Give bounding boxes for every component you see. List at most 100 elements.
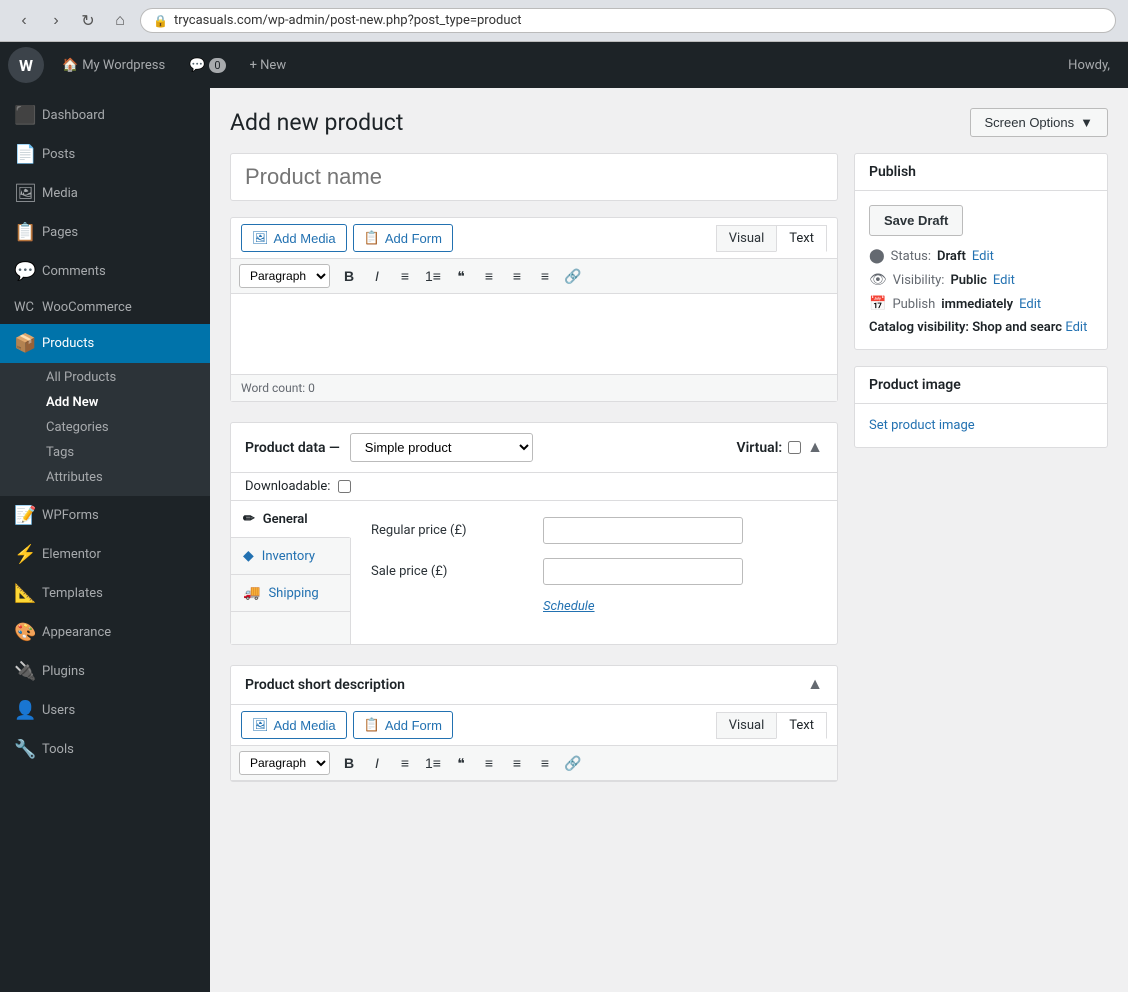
short-desc-align-left-button[interactable]: ≡ bbox=[476, 750, 502, 776]
publish-box: Publish Save Draft ⬤ Status: Draft Edit bbox=[854, 153, 1108, 350]
status-edit-link[interactable]: Edit bbox=[972, 249, 994, 264]
downloadable-row: Downloadable: bbox=[231, 473, 837, 501]
link-button[interactable]: 🔗 bbox=[560, 263, 586, 289]
sidebar-item-media[interactable]: 🖼 Media bbox=[0, 174, 210, 213]
tools-icon: 🔧 bbox=[14, 739, 34, 760]
sidebar-item-plugins[interactable]: 🔌 Plugins bbox=[0, 652, 210, 691]
short-desc-format-bar: Paragraph B I ≡ 1≡ ❝ ≡ ≡ ≡ 🔗 bbox=[231, 746, 837, 781]
regular-price-row: Regular price (£) bbox=[371, 517, 817, 544]
short-desc-italic-button[interactable]: I bbox=[364, 750, 390, 776]
product-data-body: ✏ General ◆ Inventory 🚚 Shipping bbox=[231, 501, 837, 644]
product-image-body: Set product image bbox=[855, 404, 1107, 447]
sidebar-item-woocommerce[interactable]: WC WooCommerce bbox=[0, 291, 210, 324]
sidebar-item-pages[interactable]: 📋 Pages bbox=[0, 213, 210, 252]
catalog-vis-label: Catalog visibility: bbox=[869, 320, 969, 335]
product-image-box: Product image Set product image bbox=[854, 366, 1108, 448]
sidebar-item-dashboard[interactable]: ⬛ Dashboard bbox=[0, 96, 210, 135]
italic-button[interactable]: I bbox=[364, 263, 390, 289]
short-desc-collapse-button[interactable]: ▲ bbox=[807, 676, 823, 694]
content-area: 🖼 Add Media 📋 Add Form Visual bbox=[230, 153, 1108, 782]
sidebar-label-products: Products bbox=[42, 336, 94, 351]
sidebar-item-appearance[interactable]: 🎨 Appearance bbox=[0, 613, 210, 652]
admin-bar-comments[interactable]: 💬 0 bbox=[179, 52, 235, 79]
ordered-list-button[interactable]: 1≡ bbox=[420, 263, 446, 289]
schedule-link[interactable]: Schedule bbox=[543, 599, 595, 614]
sidebar-item-comments[interactable]: 💬 Comments bbox=[0, 252, 210, 291]
inventory-icon: ◆ bbox=[243, 548, 254, 564]
tab-text[interactable]: Text bbox=[776, 225, 827, 252]
unordered-list-button[interactable]: ≡ bbox=[392, 263, 418, 289]
collapse-button[interactable]: ▲ bbox=[807, 439, 823, 457]
virtual-label: Virtual: bbox=[737, 440, 783, 456]
comments-icon: 💬 bbox=[14, 261, 34, 282]
sale-price-input[interactable] bbox=[543, 558, 743, 585]
short-desc-align-right-button[interactable]: ≡ bbox=[532, 750, 558, 776]
screen-options-button[interactable]: Screen Options ▼ bbox=[970, 108, 1108, 137]
product-type-select[interactable]: Simple product Variable product Grouped … bbox=[350, 433, 533, 462]
paragraph-select[interactable]: Paragraph bbox=[239, 264, 330, 288]
short-desc-tab-text[interactable]: Text bbox=[776, 712, 827, 739]
tab-visual[interactable]: Visual bbox=[716, 225, 777, 252]
product-name-input[interactable] bbox=[230, 153, 838, 201]
sidebar-item-users[interactable]: 👤 Users bbox=[0, 691, 210, 730]
short-desc-paragraph-select[interactable]: Paragraph bbox=[239, 751, 330, 775]
general-icon: ✏ bbox=[243, 511, 255, 527]
sidebar-item-tags[interactable]: Tags bbox=[0, 440, 210, 465]
wp-logo[interactable]: W bbox=[8, 47, 44, 83]
back-button[interactable]: ‹ bbox=[12, 9, 36, 33]
short-desc-tab-visual[interactable]: Visual bbox=[716, 712, 777, 739]
pd-tab-general[interactable]: ✏ General bbox=[231, 501, 351, 538]
sidebar-item-products[interactable]: 📦 Products bbox=[0, 324, 210, 363]
short-desc-align-center-button[interactable]: ≡ bbox=[504, 750, 530, 776]
blockquote-button[interactable]: ❝ bbox=[448, 263, 474, 289]
sidebar-label-elementor: Elementor bbox=[42, 547, 101, 562]
admin-bar-new[interactable]: + New bbox=[240, 52, 297, 79]
publish-edit-link[interactable]: Edit bbox=[1019, 297, 1041, 312]
short-desc-ul-button[interactable]: ≡ bbox=[392, 750, 418, 776]
regular-price-input[interactable] bbox=[543, 517, 743, 544]
short-desc-ol-button[interactable]: 1≡ bbox=[420, 750, 446, 776]
visibility-edit-link[interactable]: Edit bbox=[993, 273, 1015, 288]
pd-tab-shipping[interactable]: 🚚 Shipping bbox=[231, 575, 350, 612]
sidebar-item-attributes[interactable]: Attributes bbox=[0, 465, 210, 490]
products-icon: 📦 bbox=[14, 333, 34, 354]
pd-tab-inventory[interactable]: ◆ Inventory bbox=[231, 538, 350, 575]
align-left-button[interactable]: ≡ bbox=[476, 263, 502, 289]
home-button[interactable]: ⌂ bbox=[108, 9, 132, 33]
visibility-row: 👁 Visibility: Public Edit bbox=[869, 272, 1093, 288]
reload-button[interactable]: ↻ bbox=[76, 9, 100, 33]
woocommerce-icon: WC bbox=[14, 300, 34, 315]
sidebar-item-templates[interactable]: 📐 Templates bbox=[0, 574, 210, 613]
short-desc-blockquote-button[interactable]: ❝ bbox=[448, 750, 474, 776]
short-desc-add-form-button[interactable]: 📋 Add Form bbox=[353, 711, 453, 739]
visibility-value: Public bbox=[950, 273, 986, 288]
sidebar-item-posts[interactable]: 📄 Posts bbox=[0, 135, 210, 174]
add-form-icon: 📋 bbox=[364, 230, 380, 246]
add-media-button[interactable]: 🖼 Add Media bbox=[241, 224, 347, 252]
forward-button[interactable]: › bbox=[44, 9, 68, 33]
save-draft-button[interactable]: Save Draft bbox=[869, 205, 963, 236]
short-desc-link-button[interactable]: 🔗 bbox=[560, 750, 586, 776]
editor-body[interactable] bbox=[231, 294, 837, 374]
add-form-button[interactable]: 📋 Add Form bbox=[353, 224, 453, 252]
address-bar[interactable]: 🔒 trycasuals.com/wp-admin/post-new.php?p… bbox=[140, 8, 1116, 33]
sidebar-item-add-new[interactable]: Add New bbox=[0, 390, 210, 415]
admin-bar-site[interactable]: 🏠 My Wordpress bbox=[52, 52, 175, 79]
product-data-header: Product data — Simple product Variable p… bbox=[231, 423, 837, 473]
short-desc-bold-button[interactable]: B bbox=[336, 750, 362, 776]
set-product-image-link[interactable]: Set product image bbox=[869, 418, 975, 433]
sidebar-item-all-products[interactable]: All Products bbox=[0, 365, 210, 390]
short-desc-add-media-button[interactable]: 🖼 Add Media bbox=[241, 711, 347, 739]
product-image-title: Product image bbox=[869, 377, 961, 393]
sidebar-item-categories[interactable]: Categories bbox=[0, 415, 210, 440]
catalog-vis-edit-link[interactable]: Edit bbox=[1065, 320, 1087, 335]
align-center-button[interactable]: ≡ bbox=[504, 263, 530, 289]
schedule-row: Schedule bbox=[371, 599, 817, 614]
virtual-checkbox[interactable] bbox=[788, 441, 801, 454]
sidebar-item-elementor[interactable]: ⚡ Elementor bbox=[0, 535, 210, 574]
align-right-button[interactable]: ≡ bbox=[532, 263, 558, 289]
sidebar-item-wpforms[interactable]: 📝 WPForms bbox=[0, 496, 210, 535]
bold-button[interactable]: B bbox=[336, 263, 362, 289]
downloadable-checkbox[interactable] bbox=[338, 480, 351, 493]
sidebar-item-tools[interactable]: 🔧 Tools bbox=[0, 730, 210, 769]
